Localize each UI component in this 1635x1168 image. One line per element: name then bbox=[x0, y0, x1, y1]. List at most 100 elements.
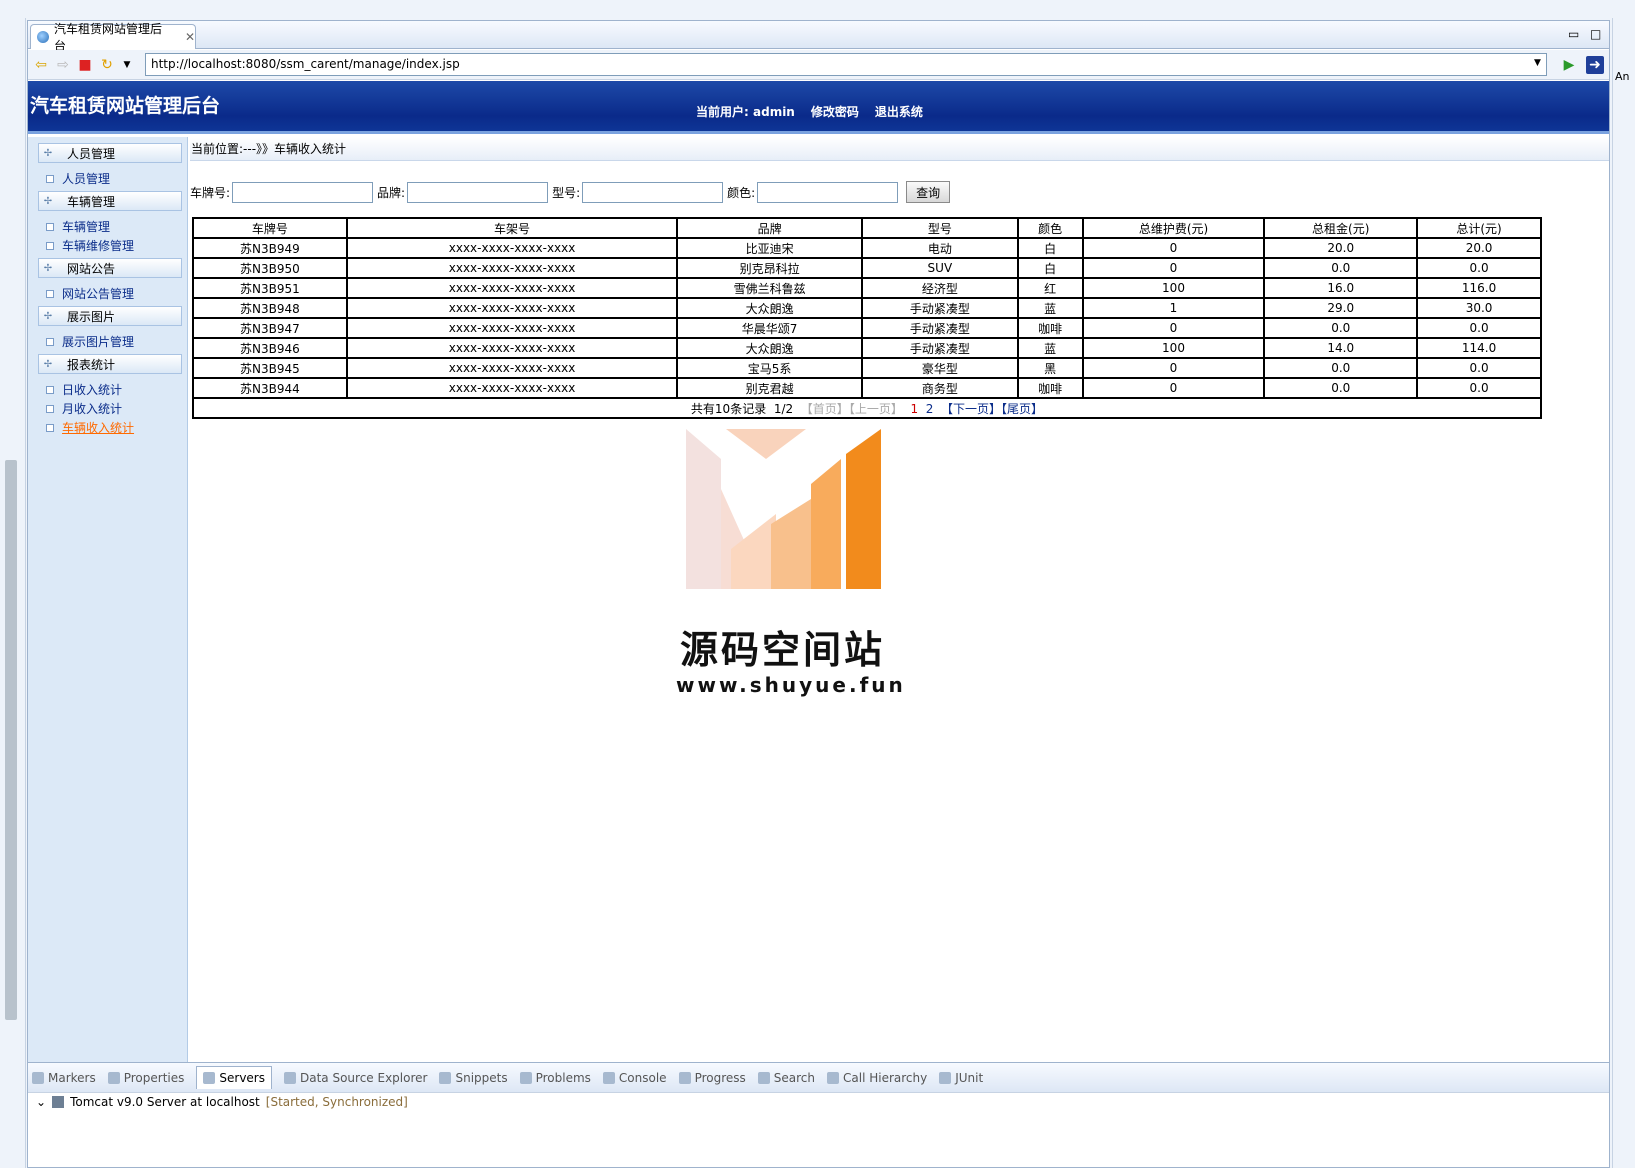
minimize-icon[interactable]: ▭ bbox=[1568, 27, 1579, 41]
income-table: 车牌号 车架号 品牌 型号 颜色 总维护费(元) 总租金(元) 总计(元) 苏N… bbox=[192, 217, 1542, 419]
sidebar-item-people[interactable]: 人员管理 bbox=[46, 170, 110, 187]
expand-arrow-icon[interactable]: ⌄ bbox=[36, 1095, 46, 1109]
breadcrumb: 当前位置:---》》车辆收入统计 bbox=[190, 137, 1609, 161]
sidebar-item-notices[interactable]: 网站公告管理 bbox=[46, 285, 134, 302]
brand-label: 品牌: bbox=[377, 185, 406, 200]
cell-vin: xxxx-xxxx-xxxx-xxxx bbox=[345, 357, 679, 379]
cell-color: 蓝 bbox=[1016, 337, 1084, 359]
cell-plate: 苏N3B945 bbox=[192, 357, 348, 379]
view-tab-junit[interactable]: JUnit bbox=[939, 1071, 983, 1085]
stop-icon[interactable]: ■ bbox=[76, 56, 94, 74]
progress-icon bbox=[678, 1071, 691, 1084]
top-nav: 当前用户: admin 修改密码 退出系统 bbox=[696, 103, 923, 120]
search-form: 车牌号: 品牌: 型号: 颜色: 查询 bbox=[190, 179, 1609, 205]
view-tab-label: Call Hierarchy bbox=[843, 1070, 928, 1085]
table-row: 苏N3B946 xxxx-xxxx-xxxx-xxxx 大众朗逸 手动紧凑型蓝 100 1… bbox=[192, 337, 1542, 359]
left-scrollbar[interactable] bbox=[5, 460, 17, 1020]
cell-maintenance: 0 bbox=[1081, 237, 1266, 259]
sidebar-group-vehicles[interactable]: ✢ 车辆管理 bbox=[38, 191, 182, 211]
view-tab-servers[interactable]: Servers bbox=[196, 1066, 272, 1089]
view-tab-call-hierarchy[interactable]: Call Hierarchy bbox=[827, 1071, 927, 1085]
sidebar-item-images[interactable]: 展示图片管理 bbox=[46, 333, 134, 350]
view-tab-problems[interactable]: Problems bbox=[519, 1071, 591, 1085]
go-icon[interactable]: ▶ bbox=[1560, 56, 1578, 74]
back-icon[interactable]: ⇦ bbox=[32, 56, 50, 74]
table-body: 苏N3B949 xxxx-xxxx-xxxx-xxxx 比亚迪宋 电动白 0 20.0 20… bbox=[192, 237, 1542, 399]
cell-plate: 苏N3B946 bbox=[192, 337, 348, 359]
expand-icon: ✢ bbox=[43, 195, 53, 207]
sidebar-item-vehicle-repair[interactable]: 车辆维修管理 bbox=[46, 237, 134, 254]
editor-tab[interactable]: 汽车租赁网站管理后台 ✕ bbox=[30, 22, 196, 53]
header-color: 颜色 bbox=[1016, 217, 1084, 239]
bullet-icon bbox=[46, 174, 54, 183]
cell-vin: xxxx-xxxx-xxxx-xxxx bbox=[345, 317, 679, 339]
problems-icon bbox=[519, 1071, 532, 1084]
junit-icon bbox=[939, 1071, 952, 1084]
view-tab-data-source-explorer[interactable]: Data Source Explorer bbox=[284, 1071, 427, 1085]
cell-total: 30.0 bbox=[1416, 297, 1542, 319]
cell-plate: 苏N3B947 bbox=[192, 317, 348, 339]
view-tab-console[interactable]: Console bbox=[602, 1071, 667, 1085]
cell-model: 手动紧凑型 bbox=[860, 297, 1019, 319]
forward-icon[interactable]: ⇨ bbox=[54, 56, 72, 74]
sidebar-group-images[interactable]: ✢ 展示图片 bbox=[38, 306, 182, 326]
sidebar-group-notices[interactable]: ✢ 网站公告 bbox=[38, 258, 182, 278]
view-tab-snippets[interactable]: Snippets bbox=[439, 1070, 508, 1085]
url-input[interactable]: http://localhost:8080/ssm_carent/manage/… bbox=[145, 53, 1547, 76]
sidebar-item-monthly-income[interactable]: 月收入统计 bbox=[46, 400, 122, 417]
bullet-icon bbox=[46, 289, 54, 298]
view-tab-progress[interactable]: Progress bbox=[678, 1071, 746, 1085]
table-row: 苏N3B950 xxxx-xxxx-xxxx-xxxx 别克昂科拉 SUV 白 0 0.0 0… bbox=[192, 257, 1542, 279]
model-input[interactable] bbox=[582, 181, 724, 203]
sidebar-item-daily-income[interactable]: 日收入统计 bbox=[46, 381, 122, 398]
cell-vin: xxxx-xxxx-xxxx-xxxx bbox=[345, 257, 679, 279]
change-password-link[interactable]: 修改密码 bbox=[811, 103, 859, 120]
cell-total: 0.0 bbox=[1416, 357, 1542, 379]
sidebar-item-vehicles[interactable]: 车辆管理 bbox=[46, 218, 110, 235]
globe-icon bbox=[37, 31, 49, 43]
cell-rent: 0.0 bbox=[1263, 357, 1419, 379]
plate-input[interactable] bbox=[232, 181, 374, 203]
view-tab-label: Snippets bbox=[455, 1070, 508, 1085]
view-tab-search[interactable]: Search bbox=[757, 1071, 815, 1085]
color-input[interactable] bbox=[757, 181, 899, 203]
sidebar-group-reports[interactable]: ✢ 报表统计 bbox=[38, 354, 182, 374]
server-icon bbox=[52, 1096, 65, 1108]
call-hierarchy-icon bbox=[827, 1071, 840, 1084]
close-icon[interactable]: ✕ bbox=[185, 30, 195, 44]
watermark-logo bbox=[686, 429, 881, 589]
pager-last[interactable]: 【尾页】 bbox=[1001, 402, 1043, 416]
bullet-icon bbox=[46, 423, 54, 432]
current-user-name: admin bbox=[753, 105, 795, 119]
table-row: 苏N3B945 xxxx-xxxx-xxxx-xxxx 宝马5系 豪华型黑 0 0.0 0.… bbox=[192, 357, 1542, 379]
refresh-icon[interactable]: ↻ bbox=[98, 56, 116, 74]
sidebar-group-people[interactable]: ✢ 人员管理 bbox=[38, 143, 182, 163]
view-tab-markers[interactable]: Markers bbox=[32, 1071, 96, 1085]
logout-link[interactable]: 退出系统 bbox=[875, 103, 923, 120]
view-tab-properties[interactable]: Properties bbox=[107, 1070, 185, 1085]
sidebar-item-vehicle-income[interactable]: 车辆收入统计 bbox=[46, 419, 134, 436]
pager-page: 1/2 bbox=[773, 401, 794, 416]
chevron-down-icon[interactable]: ▼ bbox=[118, 56, 136, 74]
expand-icon: ✢ bbox=[43, 358, 53, 370]
header-model: 型号 bbox=[860, 217, 1019, 239]
cell-maintenance: 0 bbox=[1081, 377, 1266, 399]
pager-page-2[interactable]: 2 bbox=[926, 402, 934, 416]
search-button[interactable]: 查询 bbox=[906, 181, 951, 203]
open-external-icon[interactable]: ➜ bbox=[1586, 56, 1604, 74]
maximize-icon[interactable]: □ bbox=[1590, 27, 1601, 41]
cell-color: 白 bbox=[1016, 257, 1084, 279]
pager-next[interactable]: 【下一页】 bbox=[941, 402, 1001, 416]
url-dropdown-icon[interactable]: ▼ bbox=[1534, 58, 1541, 68]
table-header-row: 车牌号 车架号 品牌 型号 颜色 总维护费(元) 总租金(元) 总计(元) bbox=[192, 217, 1542, 239]
cell-brand: 宝马5系 bbox=[676, 357, 863, 379]
view-tab-label: Markers bbox=[48, 1070, 96, 1085]
cell-color: 黑 bbox=[1016, 357, 1084, 379]
brand-input[interactable] bbox=[407, 181, 549, 203]
main-content: 当前位置:---》》车辆收入统计 车牌号: 品牌: 型号: 颜色: 查询 车牌号… bbox=[190, 137, 1609, 1105]
right-gutter-label: An bbox=[1615, 70, 1630, 83]
server-row[interactable]: ⌄ Tomcat v9.0 Server at localhost [Start… bbox=[36, 1095, 408, 1109]
view-tab-label: Properties bbox=[123, 1070, 185, 1085]
cell-color: 红 bbox=[1016, 277, 1084, 299]
bullet-icon bbox=[46, 222, 54, 231]
